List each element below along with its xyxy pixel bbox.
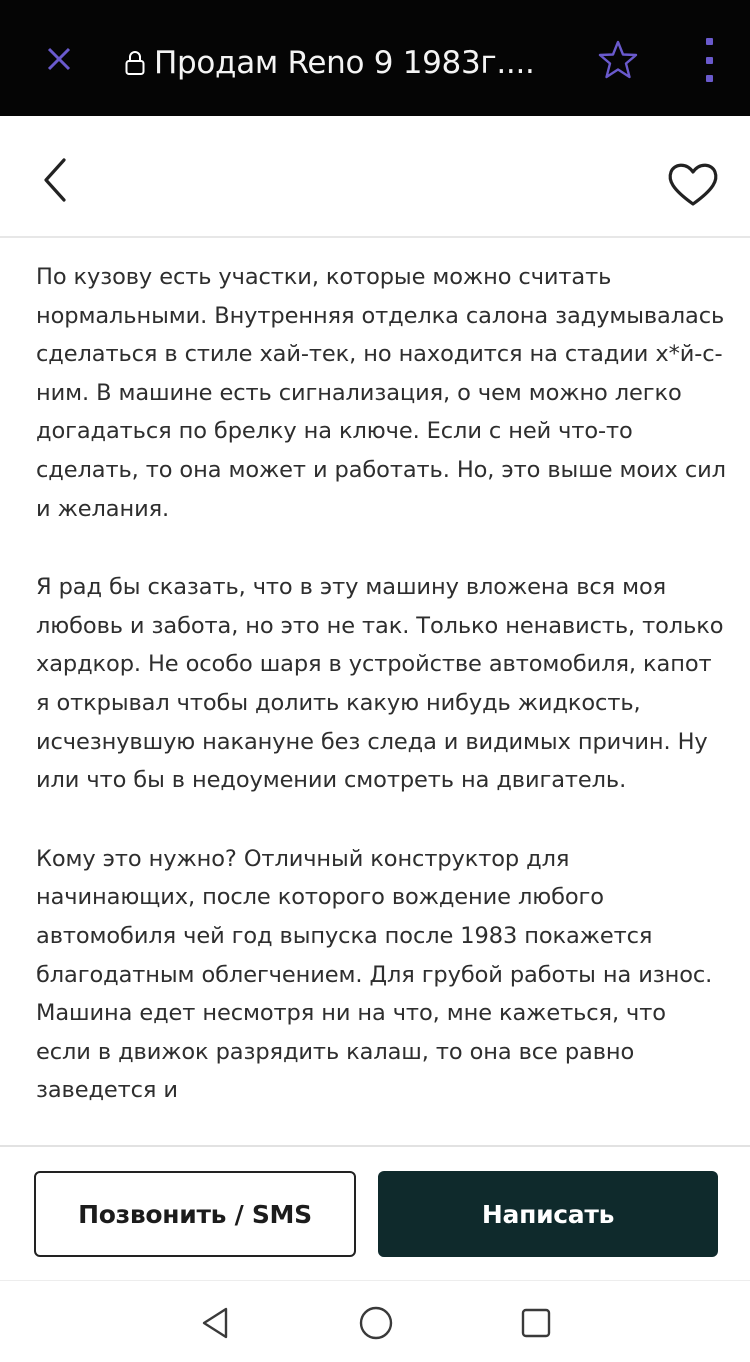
browser-menu-button[interactable] [694, 38, 724, 82]
back-button[interactable] [30, 152, 80, 208]
triangle-back-icon [202, 1307, 228, 1339]
browser-toolbar: Продам Reno 9 1983г.... [0, 0, 750, 116]
heart-icon [668, 163, 718, 206]
square-recent-icon [521, 1308, 551, 1338]
more-vertical-icon-dot [705, 38, 713, 45]
write-message-button[interactable]: Написать [378, 1171, 718, 1257]
description-paragraph: По кузову есть участки, которые можно сч… [36, 264, 726, 522]
close-icon [47, 47, 71, 71]
favorite-button[interactable] [662, 156, 724, 212]
description-paragraph: Я рад бы сказать, что в эту машину вложе… [36, 574, 724, 794]
system-recent-apps-button[interactable] [516, 1303, 556, 1343]
bookmark-button[interactable] [596, 38, 640, 82]
chevron-left-icon [44, 158, 66, 202]
system-home-button[interactable] [356, 1303, 396, 1343]
more-vertical-icon-dot [705, 75, 713, 82]
more-vertical-icon-dot [705, 56, 713, 64]
system-back-button[interactable] [196, 1303, 236, 1343]
listing-description: По кузову есть участки, которые можно сч… [36, 258, 726, 1145]
lock-icon [125, 51, 145, 75]
contact-actions-bar: Позвонить / SMS Написать [0, 1145, 750, 1282]
description-paragraph: Кому это нужно? Отличный конструктор для… [36, 845, 713, 1104]
circle-home-icon [359, 1306, 393, 1340]
system-navigation-bar [0, 1280, 750, 1362]
star-icon [598, 40, 638, 79]
page-title: Продам Reno 9 1983г.... [154, 45, 535, 81]
listing-header [0, 116, 750, 238]
call-sms-button[interactable]: Позвонить / SMS [34, 1171, 356, 1257]
page-title-bar[interactable]: Продам Reno 9 1983г.... [124, 38, 584, 88]
close-tab-button[interactable] [36, 36, 82, 82]
